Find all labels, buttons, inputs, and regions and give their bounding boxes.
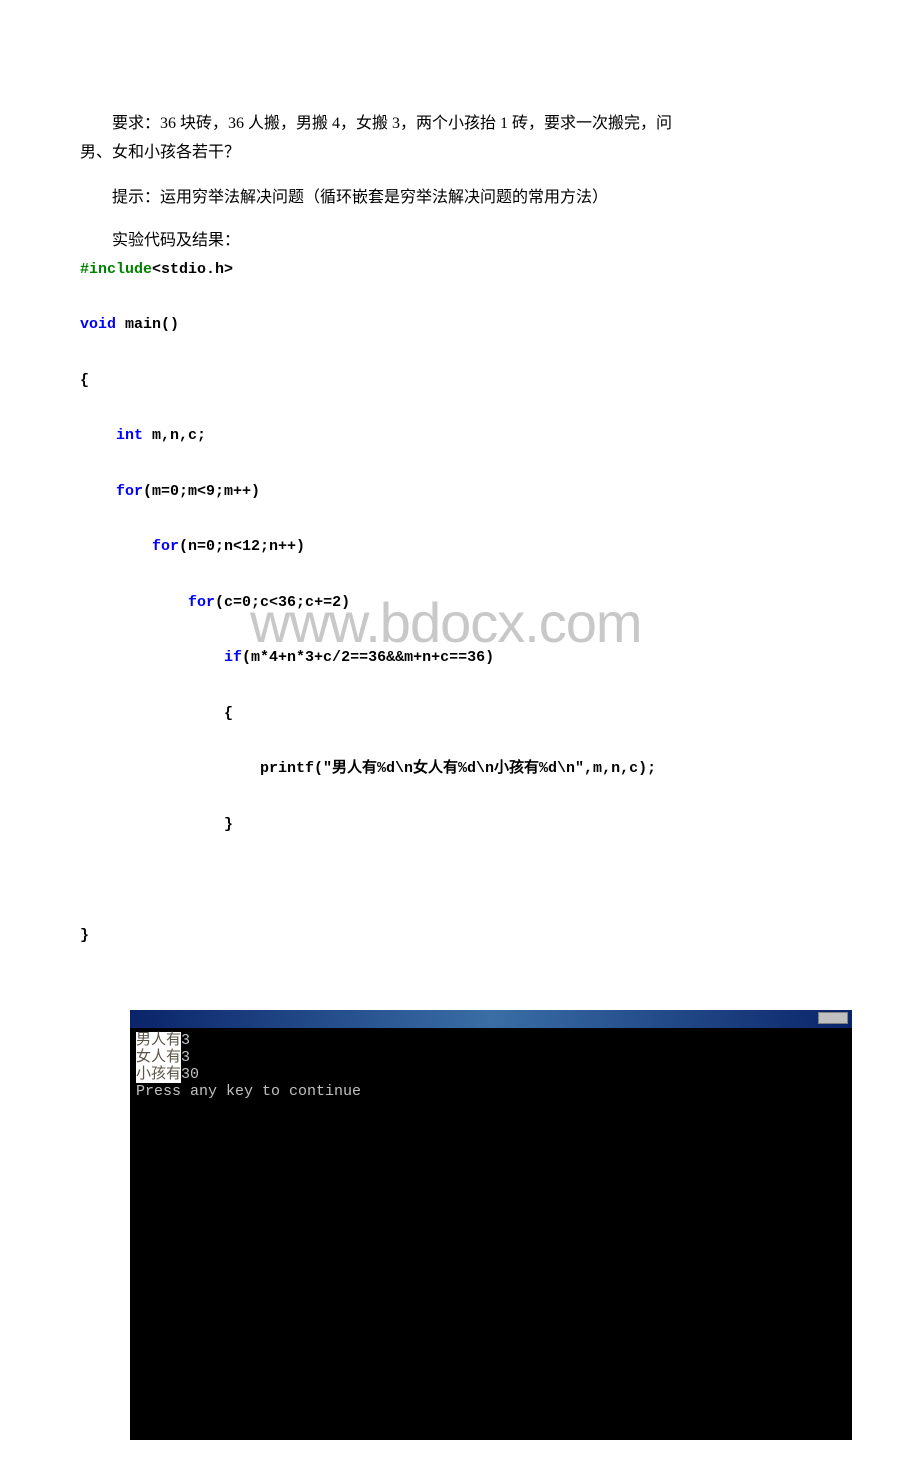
- code-vars: m,n,c;: [143, 427, 206, 444]
- output-children-value: 30: [181, 1066, 199, 1083]
- document-page: 要求：36 块砖，36 人搬，男搬 4，女搬 3，两个小孩抬 1 砖，要求一次搬…: [0, 0, 920, 1480]
- code-kw-int: int: [116, 427, 143, 444]
- output-line-2: 女人有3: [136, 1049, 846, 1066]
- output-men-value: 3: [181, 1032, 190, 1049]
- output-press-key: Press any key to continue: [136, 1083, 846, 1100]
- problem-line-2: 男、女和小孩各若干？: [80, 139, 840, 168]
- code-main-decl: main(): [116, 316, 179, 333]
- output-line-1: 男人有3: [136, 1032, 846, 1049]
- code-kw-void: void: [80, 316, 116, 333]
- window-titlebar: [130, 1010, 852, 1028]
- window-control-button[interactable]: [818, 1012, 848, 1024]
- hint-text: 提示：运用穷举法解决问题（循环嵌套是穷举法解决问题的常用方法）: [80, 184, 840, 213]
- output-line-3: 小孩有30: [136, 1066, 846, 1083]
- code-kw-for-3: for: [188, 594, 215, 611]
- code-kw-for-1: for: [116, 483, 143, 500]
- code-for-1: (m=0;m<9;m++): [143, 483, 260, 500]
- code-include-header: <stdio.h>: [152, 261, 233, 278]
- code-printf: printf("男人有%d\n女人有%d\n小孩有%d\n",m,n,c);: [80, 760, 656, 777]
- output-women-label: 女人有: [136, 1049, 181, 1066]
- code-for-3: (c=0;c<36;c+=2): [215, 594, 350, 611]
- code-for-2: (n=0;n<12;n++): [179, 538, 305, 555]
- code-kw-for-2: for: [152, 538, 179, 555]
- source-code: #include<stdio.h> void main() { int m,n,…: [80, 256, 840, 950]
- code-include-directive: #include: [80, 261, 152, 278]
- code-kw-if: if: [224, 649, 242, 666]
- code-inner-brace-close: }: [80, 816, 233, 833]
- problem-line-1: 要求：36 块砖，36 人搬，男搬 4，女搬 3，两个小孩抬 1 砖，要求一次搬…: [80, 110, 840, 139]
- console-output: 男人有3 女人有3 小孩有30 Press any key to continu…: [130, 1028, 852, 1440]
- output-men-label: 男人有: [136, 1032, 181, 1049]
- output-children-label: 小孩有: [136, 1066, 181, 1083]
- problem-statement: 要求：36 块砖，36 人搬，男搬 4，女搬 3，两个小孩抬 1 砖，要求一次搬…: [80, 110, 840, 168]
- console-window: 男人有3 女人有3 小孩有30 Press any key to continu…: [130, 1010, 852, 1440]
- code-brace-open: {: [80, 372, 89, 389]
- code-brace-close: }: [80, 927, 89, 944]
- output-women-value: 3: [181, 1049, 190, 1066]
- code-results-label: 实验代码及结果：: [80, 228, 840, 254]
- code-if-cond: (m*4+n*3+c/2==36&&m+n+c==36): [242, 649, 494, 666]
- code-inner-brace-open: {: [80, 705, 233, 722]
